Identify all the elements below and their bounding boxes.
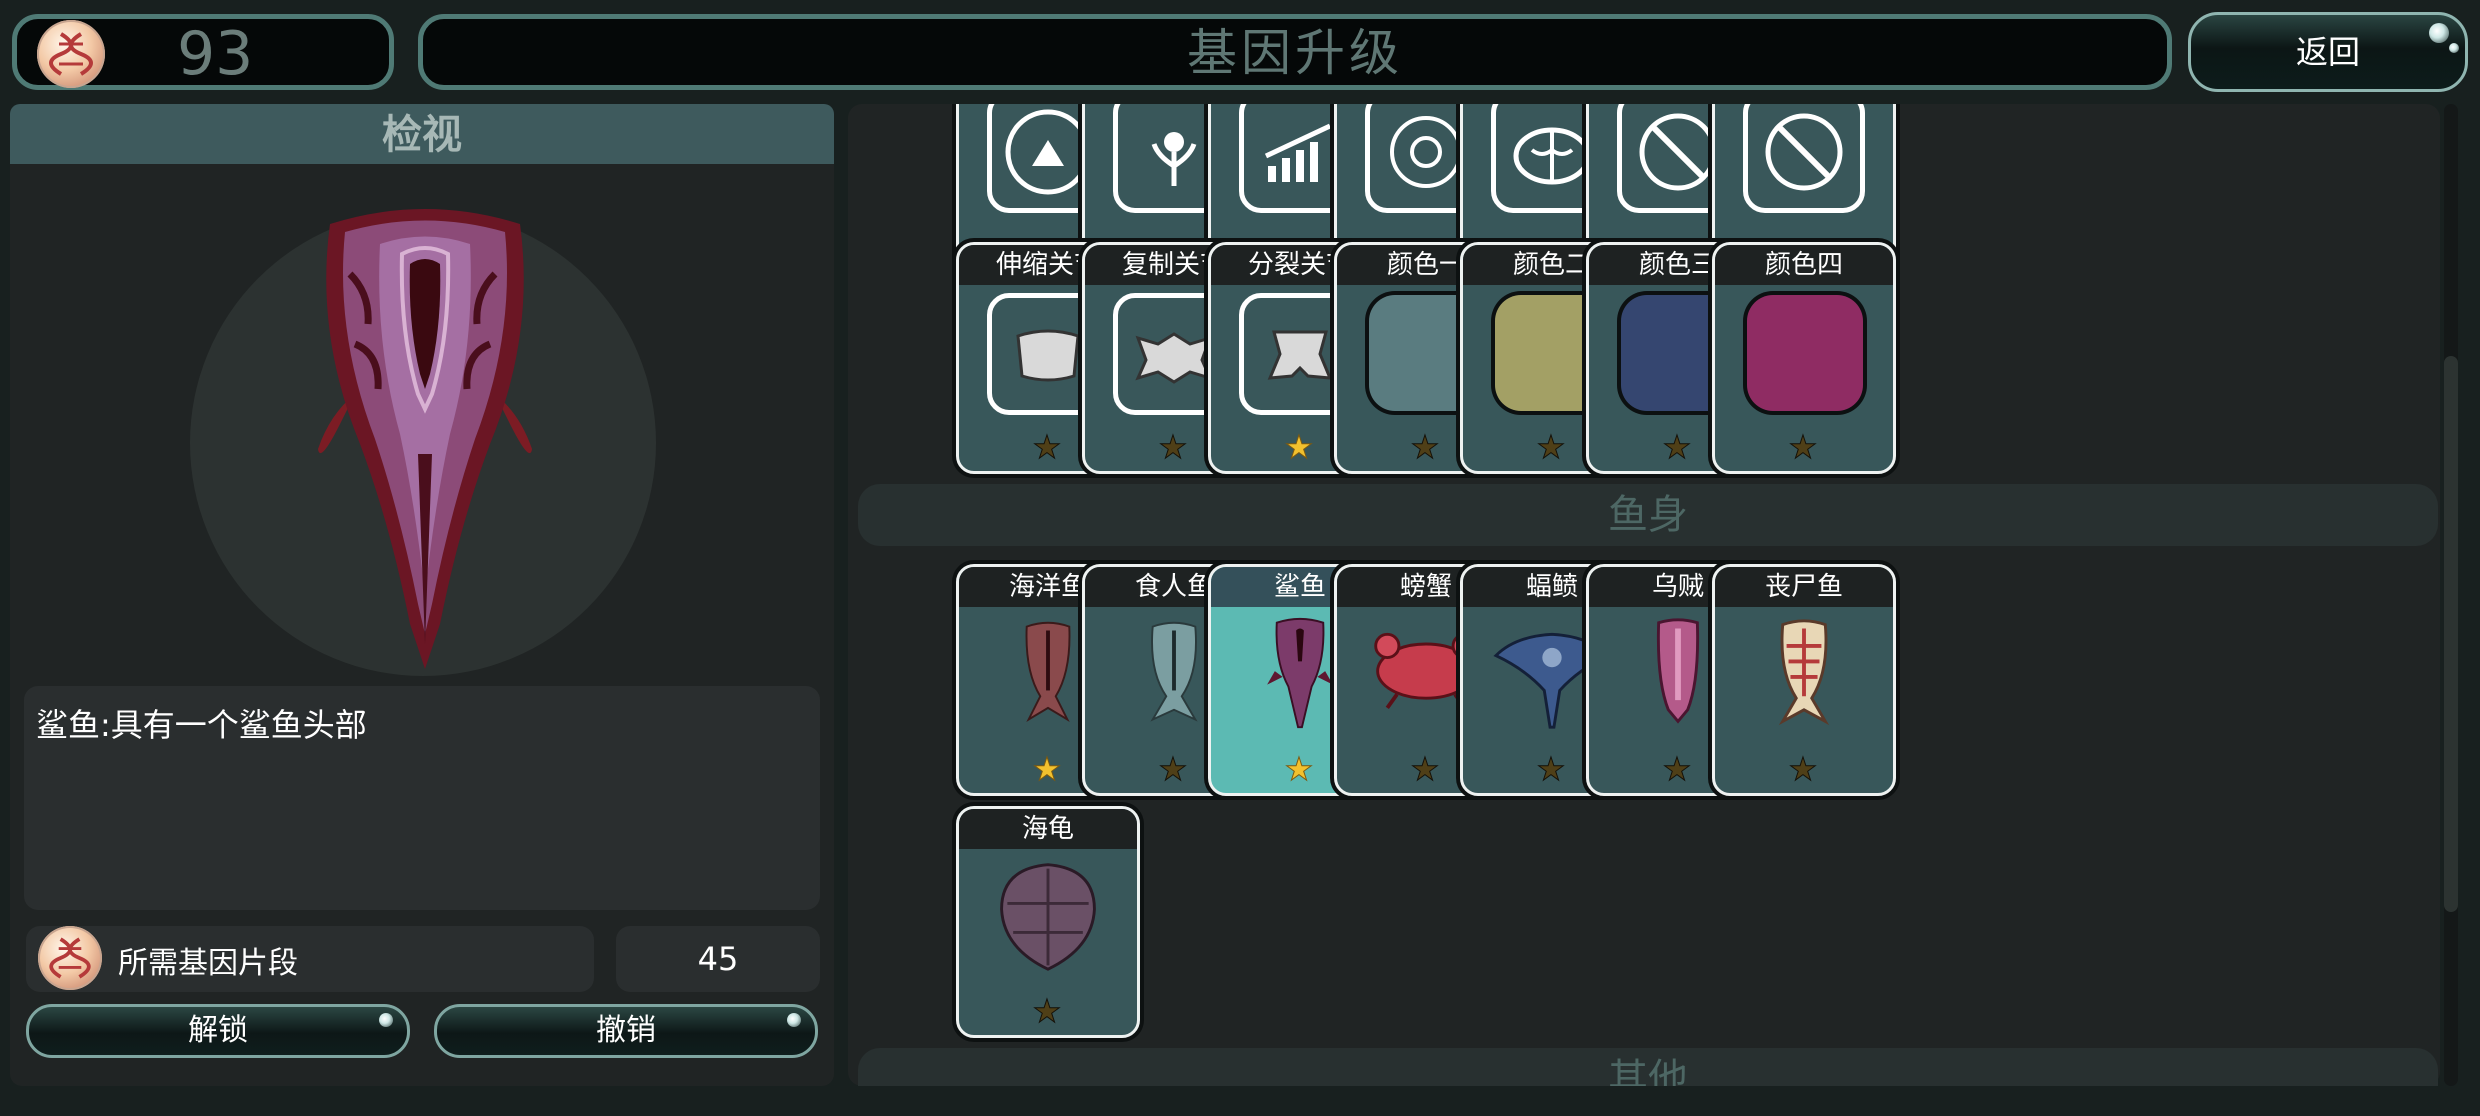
- page-title-bar: 基因升级: [418, 14, 2172, 90]
- card-title: 丧尸鱼: [1715, 567, 1893, 607]
- gene-fragment-icon: [37, 20, 105, 88]
- gene-card-zombie-fish[interactable]: 丧尸鱼 ★: [1712, 564, 1896, 796]
- unlock-button-label: 解锁: [188, 1013, 248, 1048]
- cancel-button[interactable]: 撤销: [434, 1004, 818, 1058]
- gene-currency-counter: 93: [12, 14, 394, 90]
- section-header-other[interactable]: 其他: [858, 1048, 2438, 1086]
- back-button-label: 返回: [2295, 33, 2360, 71]
- star-rating: ★: [1788, 750, 1820, 788]
- back-button[interactable]: 返回: [2188, 12, 2468, 92]
- required-genes-row: 所需基因片段: [26, 926, 594, 992]
- inspect-title: 检视: [382, 112, 462, 158]
- grid-scrollbar-thumb[interactable]: [2444, 356, 2458, 912]
- gene-card-turtle[interactable]: 海龟 ★: [956, 806, 1140, 1038]
- cancel-button-label: 撤销: [596, 1013, 656, 1048]
- card-title: 颜色四: [1715, 245, 1893, 285]
- unlock-button[interactable]: 解锁: [26, 1004, 410, 1058]
- zombie-fish-icon: [1778, 619, 1830, 726]
- shark-body-preview-icon: [318, 209, 532, 669]
- gene-fragment-icon: [38, 926, 102, 990]
- bubble-decoration-icon: [2429, 23, 2449, 43]
- star-rating: ★: [1032, 992, 1064, 1030]
- section-title: 鱼身: [1608, 492, 1688, 538]
- section-title: 其他: [1608, 1056, 1688, 1086]
- inspect-header: 检视: [10, 104, 834, 164]
- required-genes-label: 所需基因片段: [118, 946, 298, 981]
- card-title: 海龟: [959, 809, 1137, 849]
- turtle-icon: [1000, 863, 1096, 971]
- page-title: 基因升级: [1187, 24, 1403, 82]
- gene-currency-value: 93: [177, 19, 254, 89]
- bubble-decoration-icon: [787, 1013, 801, 1027]
- section-header-body[interactable]: 鱼身: [858, 484, 2438, 546]
- gene-card-color-4[interactable]: 颜色四 ★: [1712, 242, 1896, 474]
- star-rating: ★: [1788, 428, 1820, 466]
- color-swatch-icon: [1747, 295, 1863, 411]
- item-description: 鲨鱼:具有一个鲨鱼头部: [36, 706, 367, 744]
- bubble-decoration-icon: [379, 1013, 393, 1027]
- no-bite-icon: [1743, 104, 1865, 213]
- required-genes-count-box: 45: [616, 926, 820, 992]
- required-genes-count: 45: [697, 940, 739, 978]
- bubble-decoration-icon: [2449, 43, 2459, 53]
